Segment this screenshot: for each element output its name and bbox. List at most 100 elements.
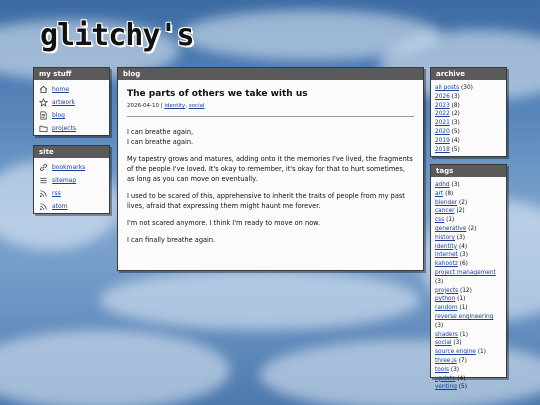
tag-item[interactable]: kahootz (6) [435, 260, 502, 269]
archive-item-link[interactable]: 2020 [435, 129, 450, 135]
archive-item-link[interactable]: 2021 [435, 120, 450, 126]
tag-item[interactable]: history (3) [435, 234, 502, 243]
rss-icon [39, 189, 48, 198]
tag-item-link[interactable]: random [435, 305, 457, 311]
link-icon [39, 163, 48, 172]
tag-item[interactable]: generative (2) [435, 225, 502, 234]
nav-label[interactable]: rss [52, 190, 61, 197]
tag-item-link[interactable]: shaders [435, 332, 458, 338]
archive-item-link[interactable]: 2026 [435, 94, 450, 100]
nav-item-sitemap[interactable]: sitemap [39, 174, 104, 187]
archive-item-link[interactable]: 2022 [435, 111, 450, 117]
archive-item-link[interactable]: 2018 [435, 147, 450, 153]
archive-item-count: (4) [451, 137, 460, 144]
tag-item[interactable]: art (8) [435, 190, 502, 199]
tag-item[interactable]: css (1) [435, 216, 502, 225]
archive-item[interactable]: 2023 (8) [435, 102, 502, 111]
tag-item-link[interactable]: projects [435, 288, 458, 294]
tag-item-link[interactable]: blender [435, 200, 457, 206]
tag-item-count: (6) [459, 261, 468, 268]
tag-item-link[interactable]: python [435, 296, 455, 302]
tag-item-link[interactable]: reverse engineering [435, 314, 493, 320]
tag-separator: , [185, 103, 188, 109]
tag-item-link[interactable]: cancer [435, 208, 455, 214]
tag-item-count: (3) [459, 252, 468, 259]
archive-item[interactable]: 2020 (5) [435, 128, 502, 137]
post-meta: 2026-04-10 | identity, social [127, 103, 414, 109]
tag-link-identity[interactable]: identity [164, 103, 185, 109]
tag-item[interactable]: source engine (1) [435, 348, 502, 357]
sitemap-icon [39, 176, 48, 185]
tag-item-link[interactable]: source engine [435, 349, 476, 355]
archive-item[interactable]: 2026 (3) [435, 93, 502, 102]
tag-item[interactable]: venting (5) [435, 383, 502, 392]
tag-item[interactable]: project management (3) [435, 269, 502, 287]
tag-item[interactable]: reverse engineering (3) [435, 313, 502, 331]
nav-item-blog[interactable]: blog [39, 109, 104, 122]
nav-item-atom[interactable]: atom [39, 200, 104, 213]
tag-item-count: (3) [453, 340, 462, 347]
nav-item-rss[interactable]: rss [39, 187, 104, 200]
panel-title: archive [431, 68, 506, 80]
tag-item[interactable]: tools (3) [435, 366, 502, 375]
tag-item-link[interactable]: venting [435, 384, 457, 390]
archive-item[interactable]: 2018 (5) [435, 146, 502, 155]
nav-label[interactable]: sitemap [52, 177, 76, 184]
tag-item[interactable]: adhd (3) [435, 181, 502, 190]
tag-item[interactable]: cancer (2) [435, 207, 502, 216]
tag-item-link[interactable]: social [435, 340, 452, 346]
site-logo[interactable]: glitchy's [40, 18, 195, 53]
tag-item-link[interactable]: kahootz [435, 261, 458, 267]
tag-item-count: (2) [468, 225, 477, 232]
archive-item-link[interactable]: all posts [435, 85, 459, 91]
archive-item-link[interactable]: 2019 [435, 138, 450, 144]
tag-item[interactable]: update (4) [435, 375, 502, 384]
post-title: The parts of others we take with us [127, 89, 308, 99]
archive-item-count: (30) [461, 85, 473, 91]
tag-item-link[interactable]: tools [435, 367, 449, 373]
tag-item-count: (4) [457, 375, 466, 382]
tag-item-count: (8) [445, 190, 454, 197]
tag-item-link[interactable]: project management [435, 270, 496, 276]
nav-label[interactable]: home [52, 86, 69, 93]
tag-link-social[interactable]: social [189, 103, 205, 109]
tag-item-link[interactable]: css [435, 217, 444, 223]
tag-item-count: (1) [457, 296, 466, 303]
tag-item-link[interactable]: update [435, 376, 455, 382]
nav-item-artwork[interactable]: artwork [39, 96, 104, 109]
nav-label[interactable]: atom [52, 203, 68, 210]
tag-item-link[interactable]: generative [435, 226, 466, 232]
nav-label[interactable]: projects [52, 125, 76, 132]
archive-item[interactable]: 2021 (3) [435, 119, 502, 128]
archive-item[interactable]: 2019 (4) [435, 137, 502, 146]
tag-item[interactable]: random (1) [435, 304, 502, 313]
tag-item-link[interactable]: art [435, 191, 443, 197]
tag-item[interactable]: identity (4) [435, 243, 502, 252]
nav-item-projects[interactable]: projects [39, 122, 104, 135]
tag-item[interactable]: projects (12) [435, 287, 502, 296]
nav-item-bookmarks[interactable]: bookmarks [39, 161, 104, 174]
nav-item-home[interactable]: home [39, 83, 104, 96]
nav-label[interactable]: blog [52, 112, 65, 119]
tag-item[interactable]: blender (2) [435, 199, 502, 208]
nav-label[interactable]: artwork [52, 99, 75, 106]
tag-item[interactable]: internet (3) [435, 251, 502, 260]
tag-item-link[interactable]: adhd [435, 182, 450, 188]
tag-item-link[interactable]: internet [435, 252, 458, 258]
tag-item[interactable]: shaders (1) [435, 331, 502, 340]
archive-item-link[interactable]: 2023 [435, 103, 450, 109]
tag-item[interactable]: social (3) [435, 339, 502, 348]
post-paragraph: I can finally breathe again. [127, 236, 216, 244]
tag-item[interactable]: python (1) [435, 295, 502, 304]
post-paragraph: I used to be scared of this, apprehensiv… [127, 192, 405, 210]
nav-label[interactable]: bookmarks [52, 164, 85, 171]
archive-item-count: (5) [451, 128, 460, 135]
tag-item-link[interactable]: identity [435, 244, 457, 250]
archive-item[interactable]: 2022 (2) [435, 110, 502, 119]
tag-item-count: (3) [435, 278, 444, 285]
tag-item-link[interactable]: three.js [435, 358, 457, 364]
tag-item-link[interactable]: history [435, 235, 455, 241]
archive-item[interactable]: all posts (30) [435, 84, 502, 93]
tag-item[interactable]: three.js (7) [435, 357, 502, 366]
panel-title: my stuff [34, 68, 109, 80]
